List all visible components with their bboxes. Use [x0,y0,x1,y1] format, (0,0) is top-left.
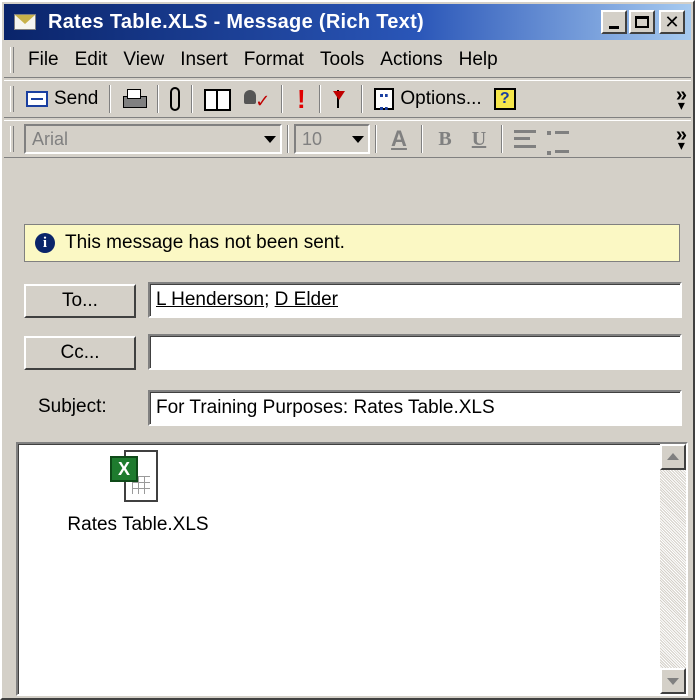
menubar-grip[interactable] [10,46,14,73]
send-icon [26,91,48,107]
toolbar-separator [421,125,423,153]
insert-file-button[interactable] [164,83,186,115]
menu-file[interactable]: File [20,49,67,71]
toolbar-separator [109,85,112,113]
info-message: This message has not been sent. [65,232,345,253]
dropdown-arrow-icon [264,136,276,143]
toolbar-more-button[interactable]: » ▾ [676,85,687,112]
message-window: Rates Table.XLS - Message (Rich Text) ✕ … [0,0,695,700]
minimize-icon [609,25,619,29]
options-label: Options... [400,88,482,109]
scroll-up-button[interactable] [660,444,686,470]
toolbar-separator [501,125,503,153]
toolbar-separator [361,85,364,113]
paperclip-icon [170,87,181,111]
font-color-button[interactable]: A [382,124,416,154]
underline-button[interactable]: U [462,124,496,154]
maximize-icon [635,16,649,28]
font-size-select[interactable]: 10 [294,124,370,154]
align-left-icon [514,130,536,148]
toolbar-grip[interactable] [10,86,14,112]
window-controls: ✕ [601,10,685,34]
menu-tools[interactable]: Tools [312,49,372,71]
menu-view[interactable]: View [115,49,172,71]
menu-insert[interactable]: Insert [172,49,236,71]
menu-format[interactable]: Format [236,49,312,71]
attachment-name: Rates Table.XLS [67,514,209,535]
dropdown-arrow-icon [352,136,364,143]
send-label: Send [54,88,99,109]
standard-toolbar: Send ! Options... ? »▾ [4,80,691,118]
underline-icon: U [471,127,487,150]
font-size-value: 10 [302,128,323,149]
address-book-button[interactable] [198,83,236,115]
toolbar-separator [157,85,160,113]
options-button[interactable]: Options... [368,83,487,115]
font-name-select[interactable]: Arial [24,124,282,154]
info-bar: i This message has not been sent. [24,224,680,262]
close-icon: ✕ [664,12,680,32]
toolbar-separator [375,125,377,153]
title-bar[interactable]: Rates Table.XLS - Message (Rich Text) ✕ [4,4,691,40]
scroll-down-button[interactable] [660,668,686,694]
flag-button[interactable] [326,83,356,115]
cc-field[interactable] [148,334,682,370]
print-button[interactable] [116,83,152,115]
bullets-button[interactable] [542,124,576,155]
recipient[interactable]: D Elder [275,289,338,311]
vertical-scrollbar[interactable] [660,444,686,694]
to-field[interactable]: L Henderson ; D Elder [148,282,682,318]
check-names-button[interactable] [236,83,276,115]
help-icon: ? [493,88,516,110]
check-names-icon [242,88,270,112]
envelope-icon [14,12,40,32]
formatting-toolbar: Arial 10 A B U » ▾ [4,120,691,158]
info-icon: i [35,233,55,253]
menu-bar: File Edit View Insert Format Tools Actio… [4,42,691,78]
print-icon [122,88,148,110]
message-body[interactable]: X Rates Table.XLS [16,442,688,696]
address-book-icon [204,89,232,111]
excel-file-icon: X [110,448,166,504]
menu-edit[interactable]: Edit [67,49,116,71]
recipient[interactable]: L Henderson [156,289,264,311]
maximize-button[interactable] [629,10,655,34]
attachment[interactable]: X Rates Table.XLS [48,448,228,536]
flag-icon [332,88,350,110]
toolbar-separator [281,85,284,113]
menu-help[interactable]: Help [451,49,506,71]
align-left-button[interactable] [508,124,542,154]
toolbar-separator [319,85,322,113]
font-name-value: Arial [32,128,69,149]
close-button[interactable]: ✕ [659,10,685,34]
window-title: Rates Table.XLS - Message (Rich Text) [48,10,425,33]
help-button[interactable]: ? [488,83,522,115]
toolbar-more-button[interactable]: » ▾ [676,125,687,152]
send-button[interactable]: Send [20,83,104,115]
to-button[interactable]: To... [24,284,136,318]
bold-icon: B [438,127,452,150]
toolbar-separator [191,85,194,113]
subject-label: Subject: [38,396,107,417]
bold-button[interactable]: B [428,124,462,154]
importance-high-button[interactable]: ! [288,83,314,115]
toolbar-separator [287,125,289,153]
importance-high-icon: ! [297,84,306,114]
menu-actions[interactable]: Actions [372,49,450,71]
minimize-button[interactable] [601,10,627,34]
chevron-more-icon: » ▾ [675,83,687,113]
subject-field[interactable]: For Training Purposes: Rates Table.XLS [148,390,682,426]
toolbar-grip[interactable] [10,126,14,152]
chevron-more-icon: » ▾ [675,123,687,153]
cc-button[interactable]: Cc... [24,336,136,370]
recipient-separator: ; [264,289,275,310]
font-color-icon: A [391,126,407,151]
bullets-icon [547,129,571,155]
options-icon [374,88,395,110]
